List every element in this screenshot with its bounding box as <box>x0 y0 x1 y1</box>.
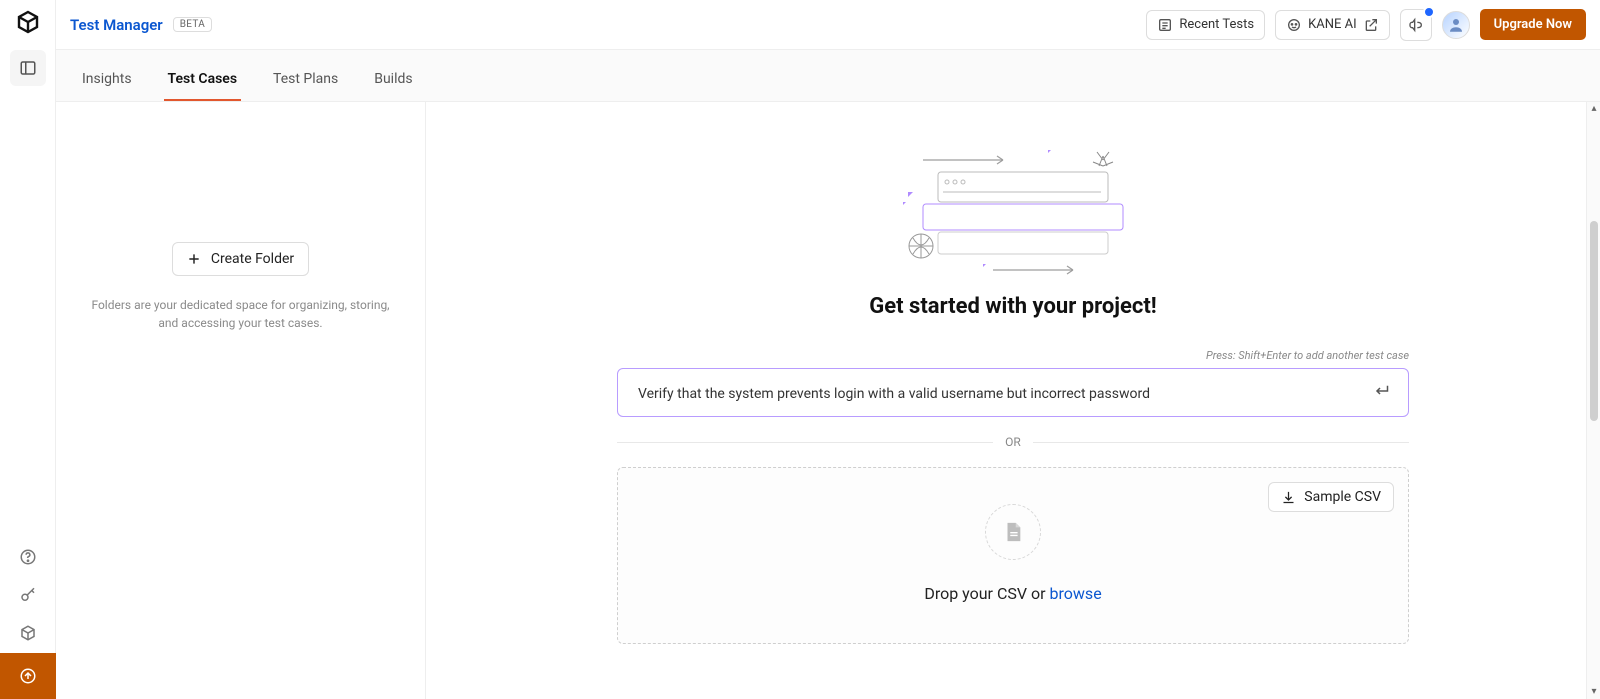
tabs-row: Insights Test Cases Test Plans Builds <box>56 50 1600 102</box>
notification-dot-icon <box>1423 6 1435 18</box>
tab-builds[interactable]: Builds <box>370 57 416 101</box>
shortcut-hint: Press: Shift+Enter to add another test c… <box>617 349 1409 362</box>
sample-csv-label: Sample CSV <box>1304 489 1381 505</box>
upgrade-rail-button[interactable] <box>0 653 56 699</box>
scrollbar-thumb[interactable] <box>1590 221 1598 421</box>
empty-state-illustration <box>617 142 1409 282</box>
body: Create Folder Folders are your dedicated… <box>56 102 1600 699</box>
main-column: Test Manager BETA Recent Tests KANE AI <box>56 0 1600 699</box>
kane-ai-label: KANE AI <box>1308 17 1357 32</box>
list-icon <box>1157 17 1173 33</box>
upgrade-button[interactable]: Upgrade Now <box>1480 9 1586 40</box>
sidebar-toggle-button[interactable] <box>10 50 46 86</box>
get-started-heading: Get started with your project! <box>617 294 1409 319</box>
create-folder-button[interactable]: Create Folder <box>172 242 309 276</box>
key-icon[interactable] <box>10 577 46 613</box>
csv-dropzone[interactable]: Sample CSV Drop your CSV or browse <box>617 467 1409 644</box>
or-divider: OR <box>617 435 1409 449</box>
left-rail <box>0 0 56 699</box>
beta-badge: BETA <box>173 17 212 32</box>
create-folder-label: Create Folder <box>211 251 294 267</box>
recent-tests-label: Recent Tests <box>1179 17 1254 32</box>
drop-prefix: Drop your CSV or <box>924 584 1049 603</box>
topbar: Test Manager BETA Recent Tests KANE AI <box>56 0 1600 50</box>
help-icon[interactable] <box>10 539 46 575</box>
avatar-icon <box>1447 16 1465 34</box>
sidebar-helper-text: Folders are your dedicated space for org… <box>91 296 391 332</box>
scroll-down-icon[interactable]: ▾ <box>1589 687 1599 697</box>
announcements-button[interactable] <box>1400 9 1432 41</box>
recent-tests-button[interactable]: Recent Tests <box>1146 10 1265 40</box>
megaphone-icon <box>1408 17 1424 33</box>
testcase-input[interactable] <box>638 386 1360 402</box>
drop-text: Drop your CSV or browse <box>634 584 1392 603</box>
scrollbar[interactable]: ▴ ▾ <box>1586 102 1600 699</box>
sample-csv-button[interactable]: Sample CSV <box>1268 482 1394 512</box>
browse-link[interactable]: browse <box>1050 584 1102 603</box>
enter-icon[interactable] <box>1374 382 1392 404</box>
tab-test-cases[interactable]: Test Cases <box>164 57 241 101</box>
testcase-input-card <box>617 368 1409 417</box>
external-link-icon <box>1363 17 1379 33</box>
avatar[interactable] <box>1442 11 1470 39</box>
kane-ai-button[interactable]: KANE AI <box>1275 10 1390 40</box>
or-label: OR <box>1005 435 1021 449</box>
tab-insights[interactable]: Insights <box>78 57 136 101</box>
bot-icon <box>1286 17 1302 33</box>
folders-sidebar: Create Folder Folders are your dedicated… <box>56 102 426 699</box>
app-logo-icon[interactable] <box>16 10 40 34</box>
plus-icon <box>187 252 201 266</box>
file-icon <box>985 504 1041 560</box>
tab-test-plans[interactable]: Test Plans <box>269 57 342 101</box>
page-title[interactable]: Test Manager <box>70 16 163 34</box>
scroll-up-icon[interactable]: ▴ <box>1589 104 1599 114</box>
cube-icon[interactable] <box>10 615 46 651</box>
content-area: Get started with your project! Press: Sh… <box>426 102 1600 699</box>
download-icon <box>1281 490 1296 505</box>
